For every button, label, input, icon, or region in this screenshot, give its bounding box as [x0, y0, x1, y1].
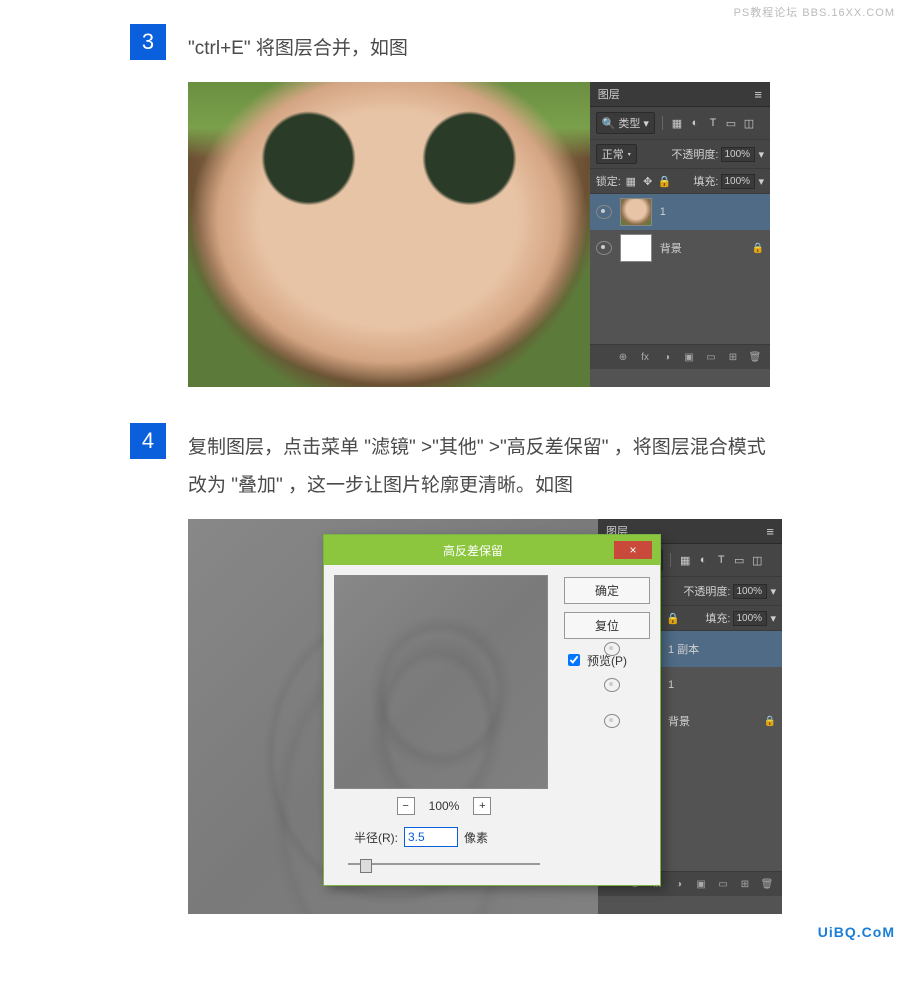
filter-shape-icon[interactable]: ▭	[732, 553, 746, 567]
watermark-top: PS教程论坛 BBS.16XX.COM	[734, 4, 895, 20]
dialog-title: 高反差保留	[332, 542, 614, 559]
chevron-down-icon[interactable]: ▾	[758, 148, 764, 161]
layer-name[interactable]: 背景	[660, 240, 744, 256]
new-layer-icon[interactable]: ⊞	[726, 350, 740, 364]
fx-icon[interactable]: fx	[638, 350, 652, 364]
layer-thumbnail[interactable]	[620, 234, 652, 262]
screenshot-step4: 高反差保留 × − 100% + 半径(R):	[188, 519, 770, 914]
step-number-3: 3	[130, 24, 166, 60]
layer-name[interactable]: 1 副本	[668, 641, 776, 657]
lock-all-icon[interactable]: 🔒	[666, 611, 680, 625]
lock-position-icon[interactable]: ✥	[641, 174, 655, 188]
group-icon[interactable]: ▭	[716, 877, 730, 891]
step-number-4: 4	[130, 423, 166, 459]
lock-all-icon[interactable]: 🔒	[658, 174, 672, 188]
fill-input[interactable]	[733, 611, 767, 626]
layer-row[interactable]: 1	[590, 194, 770, 230]
panel-footer: ⊕ fx ◑ ▣ ▭ ⊞ 🗑	[590, 344, 770, 369]
radius-label: 半径(R):	[354, 829, 398, 846]
filter-smart-icon[interactable]: ◫	[750, 553, 764, 567]
chevron-down-icon: ▾	[643, 117, 649, 130]
chevron-down-icon[interactable]: ▾	[758, 175, 764, 188]
visibility-icon[interactable]	[604, 678, 620, 692]
filter-type-label: 类型	[618, 115, 640, 131]
blend-mode-value: 正常	[602, 146, 624, 162]
new-layer-icon[interactable]: ⊞	[738, 877, 752, 891]
filter-type-dropdown[interactable]: 🔍 类型 ▾	[596, 112, 655, 134]
panel-menu-icon[interactable]: ≡	[766, 524, 774, 539]
layers-list: 1 背景 🔒	[590, 194, 770, 344]
step-text-4: 复制图层，点击菜单 "滤镜" >"其他" >"高反差保留" ，将图层混合模式改为…	[188, 429, 770, 505]
group-icon[interactable]: ▭	[704, 350, 718, 364]
step-3: 3 "ctrl+E" 将图层合并，如图	[130, 24, 770, 68]
filter-pixel-icon[interactable]: ▦	[670, 116, 684, 130]
trash-icon[interactable]: 🗑	[760, 877, 774, 891]
lock-icon: 🔒	[752, 243, 764, 254]
layer-name[interactable]: 1	[668, 679, 776, 691]
filter-type-icon[interactable]: T	[706, 116, 720, 130]
layer-name[interactable]: 1	[660, 206, 764, 218]
zoom-out-button[interactable]: −	[397, 797, 415, 815]
reset-button[interactable]: 复位	[564, 612, 650, 639]
visibility-icon[interactable]	[596, 241, 612, 255]
chevron-down-icon[interactable]: ▾	[770, 612, 776, 625]
step-4: 4 复制图层，点击菜单 "滤镜" >"其他" >"高反差保留" ，将图层混合模式…	[130, 423, 770, 505]
chevron-down-icon[interactable]: ▾	[770, 585, 776, 598]
filter-smart-icon[interactable]: ◫	[742, 116, 756, 130]
radius-unit: 像素	[464, 829, 488, 846]
adjustment-icon[interactable]: ▣	[694, 877, 708, 891]
screenshot-step3: 图层 ≡ 🔍 类型 ▾ ▦ ◐ T ▭ ◫	[188, 82, 770, 387]
opacity-label: 不透明度:	[683, 583, 730, 599]
blend-mode-dropdown[interactable]: 正常 ▾	[596, 144, 637, 164]
fill-label: 填充:	[693, 173, 718, 189]
watermark-bottom: UiBQ.CoM	[818, 924, 895, 940]
close-button[interactable]: ×	[614, 541, 652, 559]
ok-button[interactable]: 确定	[564, 577, 650, 604]
mask-icon[interactable]: ◑	[660, 350, 674, 364]
zoom-value: 100%	[429, 799, 460, 813]
filter-pixel-icon[interactable]: ▦	[678, 553, 692, 567]
chevron-down-icon: ▾	[628, 151, 631, 158]
layers-panel: 图层 ≡ 🔍 类型 ▾ ▦ ◐ T ▭ ◫	[590, 82, 770, 387]
visibility-icon[interactable]	[596, 205, 612, 219]
step-text-3: "ctrl+E" 将图层合并，如图	[188, 30, 408, 68]
filter-shape-icon[interactable]: ▭	[724, 116, 738, 130]
canvas-highpass: 高反差保留 × − 100% + 半径(R):	[188, 519, 598, 914]
panel-title: 图层	[598, 86, 620, 102]
visibility-icon[interactable]	[604, 714, 620, 728]
filter-adjust-icon[interactable]: ◐	[696, 553, 710, 567]
preview-checkbox-input[interactable]	[568, 654, 580, 666]
panel-menu-icon[interactable]: ≡	[754, 87, 762, 102]
canvas-portrait	[188, 82, 590, 387]
layer-name[interactable]: 背景	[668, 713, 756, 729]
lock-icon: 🔒	[764, 716, 776, 727]
opacity-label: 不透明度:	[671, 146, 718, 162]
slider-thumb[interactable]	[360, 859, 372, 873]
lock-label: 锁定:	[596, 173, 621, 189]
radius-input[interactable]	[404, 827, 458, 847]
adjustment-icon[interactable]: ▣	[682, 350, 696, 364]
mask-icon[interactable]: ◑	[672, 877, 686, 891]
filter-type-icon[interactable]: T	[714, 553, 728, 567]
fill-input[interactable]	[721, 174, 755, 189]
radius-slider[interactable]	[348, 857, 540, 871]
search-icon: 🔍	[602, 117, 616, 130]
link-layers-icon[interactable]: ⊕	[616, 350, 630, 364]
fill-label: 填充:	[705, 610, 730, 626]
opacity-input[interactable]	[721, 147, 755, 162]
layer-thumbnail[interactable]	[620, 198, 652, 226]
filter-adjust-icon[interactable]: ◐	[688, 116, 702, 130]
high-pass-dialog: 高反差保留 × − 100% + 半径(R):	[323, 534, 661, 886]
opacity-input[interactable]	[733, 584, 767, 599]
lock-pixels-icon[interactable]: ▦	[624, 174, 638, 188]
dialog-preview[interactable]	[334, 575, 548, 789]
visibility-icon[interactable]	[604, 642, 620, 656]
layer-row[interactable]: 背景 🔒	[590, 230, 770, 266]
zoom-in-button[interactable]: +	[473, 797, 491, 815]
trash-icon[interactable]: 🗑	[748, 350, 762, 364]
